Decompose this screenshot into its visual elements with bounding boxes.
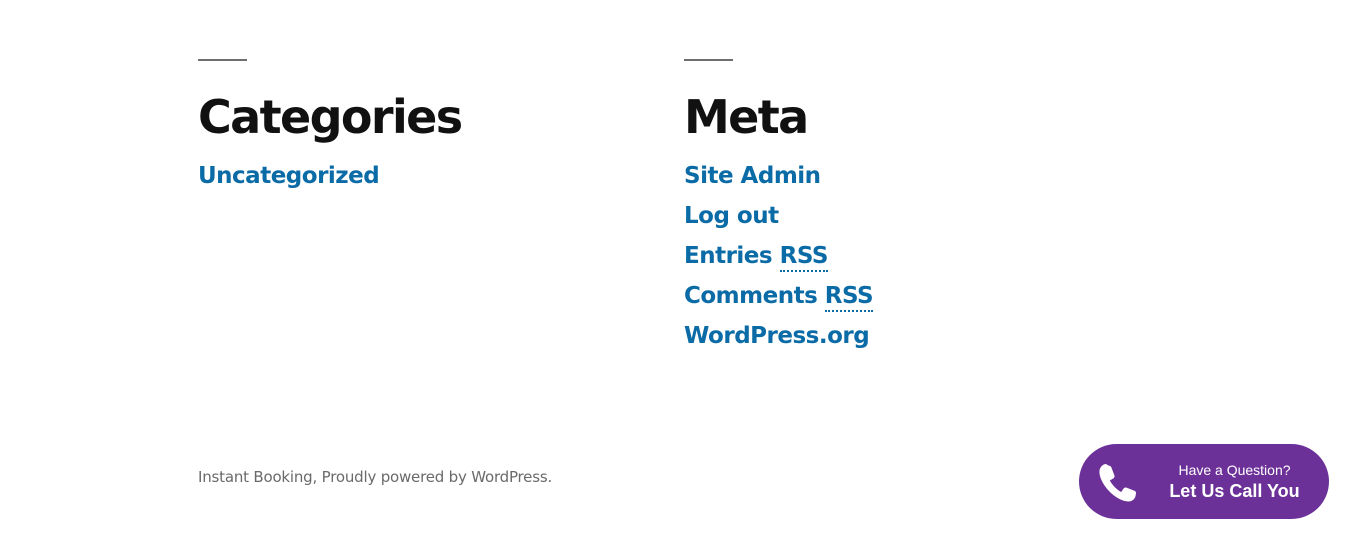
log-out-link[interactable]: Log out — [684, 203, 779, 229]
meta-list: Site Admin Log out Entries RSS Comments … — [684, 156, 874, 356]
rss-abbr: RSS — [779, 243, 828, 272]
meta-widget: Meta Site Admin Log out Entries RSS Comm… — [684, 59, 874, 356]
rss-abbr: RSS — [824, 283, 874, 312]
site-info-separator: , — [312, 468, 322, 486]
site-admin-link[interactable]: Site Admin — [684, 163, 821, 189]
site-info: Instant Booking, Proudly powered by Word… — [198, 467, 552, 487]
list-item: Uncategorized — [198, 156, 462, 196]
comments-rss-link[interactable]: Comments RSS — [684, 283, 874, 312]
widget-divider — [198, 59, 247, 61]
call-back-text: Have a Question? Let Us Call You — [1157, 461, 1312, 503]
list-item: Comments RSS — [684, 276, 874, 316]
categories-list: Uncategorized — [198, 156, 462, 196]
phone-icon — [1099, 464, 1137, 502]
wordpress-org-link[interactable]: WordPress.org — [684, 323, 870, 349]
meta-title: Meta — [684, 90, 809, 144]
list-item: Entries RSS — [684, 236, 873, 276]
comments-rss-label: Comments — [684, 283, 825, 309]
entries-rss-label: Entries — [684, 243, 780, 269]
powered-by-link[interactable]: Proudly powered by WordPress. — [322, 468, 553, 486]
widget-divider — [684, 59, 733, 61]
call-back-question: Have a Question? — [1178, 462, 1291, 478]
category-link-uncategorized[interactable]: Uncategorized — [198, 163, 380, 189]
list-item: WordPress.org — [684, 316, 873, 356]
categories-widget: Categories Uncategorized — [198, 59, 463, 196]
call-back-button[interactable]: Have a Question? Let Us Call You — [1079, 444, 1329, 519]
entries-rss-link[interactable]: Entries RSS — [684, 243, 828, 272]
site-name-link[interactable]: Instant Booking — [198, 468, 313, 486]
categories-title: Categories — [198, 90, 463, 144]
call-back-label: Let Us Call You — [1169, 481, 1300, 501]
list-item: Site Admin — [684, 156, 873, 196]
list-item: Log out — [684, 196, 873, 236]
